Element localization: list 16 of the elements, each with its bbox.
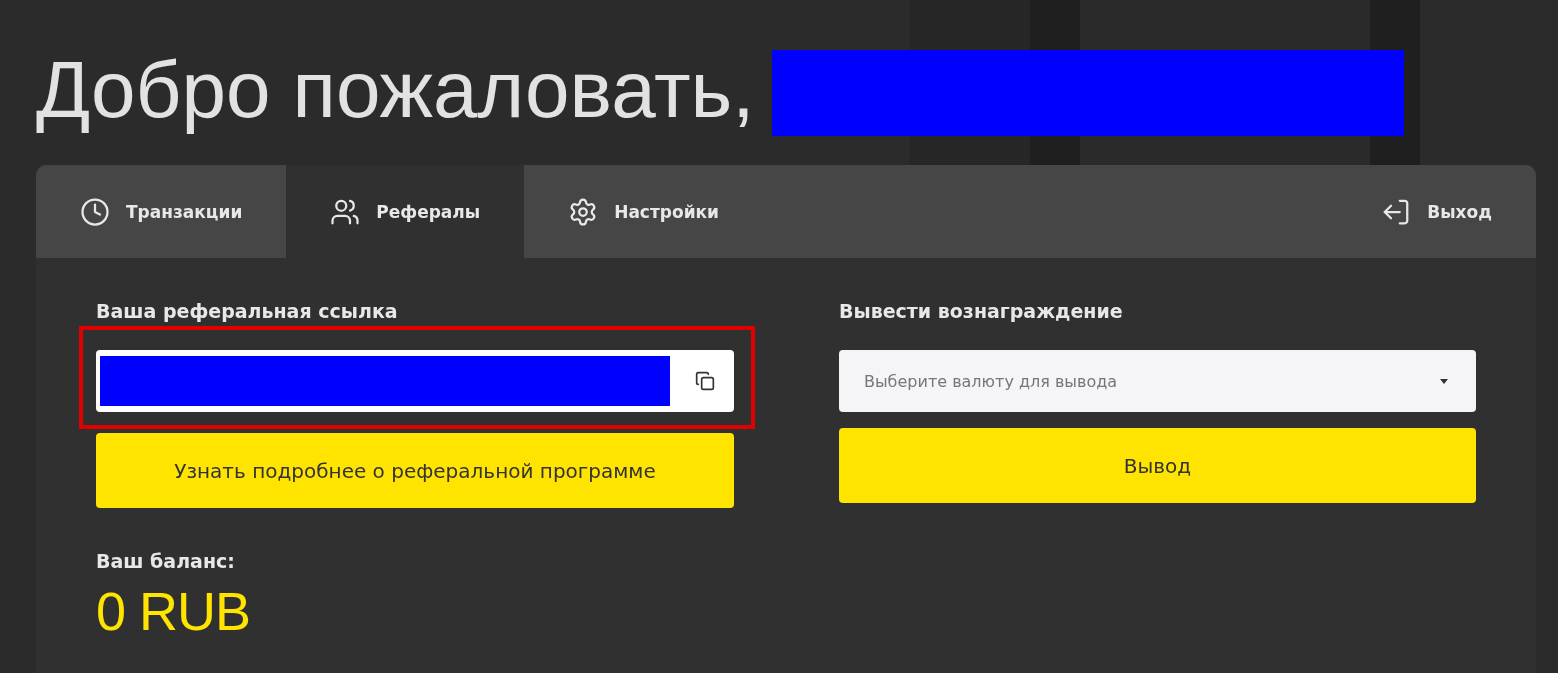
- welcome-heading: Добро пожаловать,: [36, 44, 755, 136]
- tab[interactable]: Рефералы: [286, 165, 525, 258]
- tab[interactable]: Настройки: [524, 165, 763, 258]
- referral-info-button[interactable]: Узнать подробнее о реферальной программе: [96, 433, 734, 508]
- logout-tab[interactable]: Выход: [1337, 165, 1536, 258]
- copy-icon: [695, 371, 715, 391]
- withdraw-button[interactable]: Вывод: [839, 428, 1476, 503]
- clock-icon: [80, 196, 110, 227]
- balance-label: Ваш баланс:: [96, 550, 236, 572]
- caret-icon: [1440, 378, 1448, 384]
- currency-select[interactable]: Выберите валюту для вывода: [839, 350, 1476, 412]
- field-label: Вывести вознаграждение: [839, 300, 1123, 322]
- balance-value: 0 RUB: [96, 580, 252, 642]
- referral-link-field[interactable]: [96, 350, 734, 412]
- field-label: Ваша реферальная ссылка: [96, 300, 398, 322]
- tab[interactable]: Транзакции: [36, 165, 287, 258]
